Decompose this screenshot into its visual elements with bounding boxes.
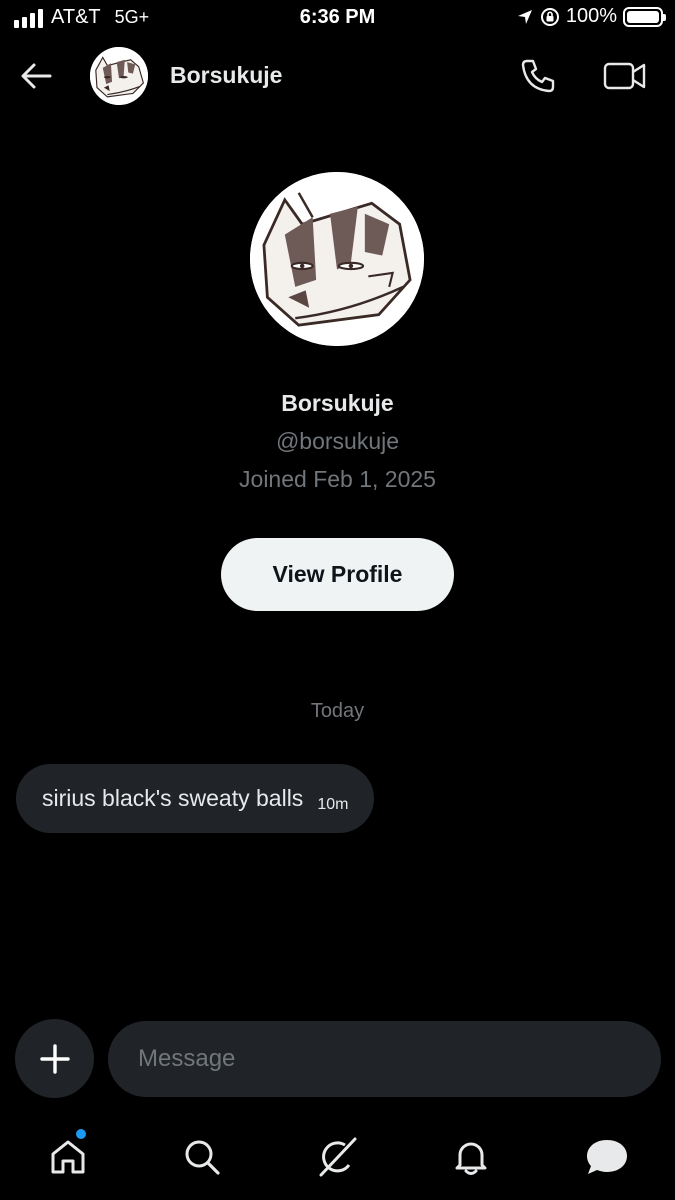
tab-grok[interactable] — [312, 1132, 362, 1182]
badger-avatar-image — [90, 47, 148, 105]
home-icon — [51, 1140, 85, 1174]
conversation-header: Borsukuje — [0, 44, 675, 108]
status-right: 100% — [516, 5, 666, 28]
day-separator: Today — [310, 700, 365, 722]
badger-avatar-image — [250, 172, 424, 346]
message-text: sirius black's sweaty balls — [42, 785, 304, 811]
status-bar: AT&T 5G+ 6:36 PM 100% — [0, 0, 675, 40]
location-arrow-icon — [517, 9, 532, 24]
battery-fill — [627, 10, 659, 23]
video-icon — [603, 62, 646, 90]
battery-icon — [623, 6, 666, 27]
notifications-icon — [455, 1142, 487, 1175]
message-timestamp: 10m — [317, 795, 349, 813]
phone-icon — [521, 59, 555, 93]
back-arrow-icon — [21, 63, 52, 89]
profile-handle: @borsukuje — [275, 428, 400, 454]
bottom-tab-bar — [0, 1120, 675, 1200]
search-icon — [185, 1140, 220, 1175]
header-avatar[interactable] — [90, 47, 148, 105]
home-notification-dot — [76, 1129, 86, 1139]
orientation-lock-icon — [540, 7, 559, 26]
add-attachment-button[interactable] — [15, 1019, 94, 1098]
message-bubble[interactable]: sirius black's sweaty balls 10m — [16, 764, 375, 833]
tab-search[interactable] — [177, 1132, 227, 1182]
back-button[interactable] — [16, 58, 56, 94]
header-name[interactable]: Borsukuje — [170, 62, 282, 89]
voice-call-button[interactable] — [518, 56, 558, 96]
tab-home[interactable] — [43, 1132, 93, 1182]
video-call-button[interactable] — [602, 56, 648, 96]
battery-percent: 100% — [565, 5, 617, 27]
profile-name: Borsukuje — [281, 390, 394, 416]
profile-avatar[interactable] — [250, 172, 424, 346]
view-profile-button[interactable]: View Profile — [221, 538, 454, 611]
profile-joined-date: Joined Feb 1, 2025 — [239, 466, 436, 492]
message-input[interactable] — [108, 1021, 661, 1097]
messages-icon — [587, 1140, 627, 1174]
tab-notifications[interactable] — [446, 1132, 496, 1182]
grok-icon — [319, 1137, 357, 1177]
tab-messages[interactable] — [582, 1132, 632, 1182]
plus-icon — [39, 1043, 70, 1074]
